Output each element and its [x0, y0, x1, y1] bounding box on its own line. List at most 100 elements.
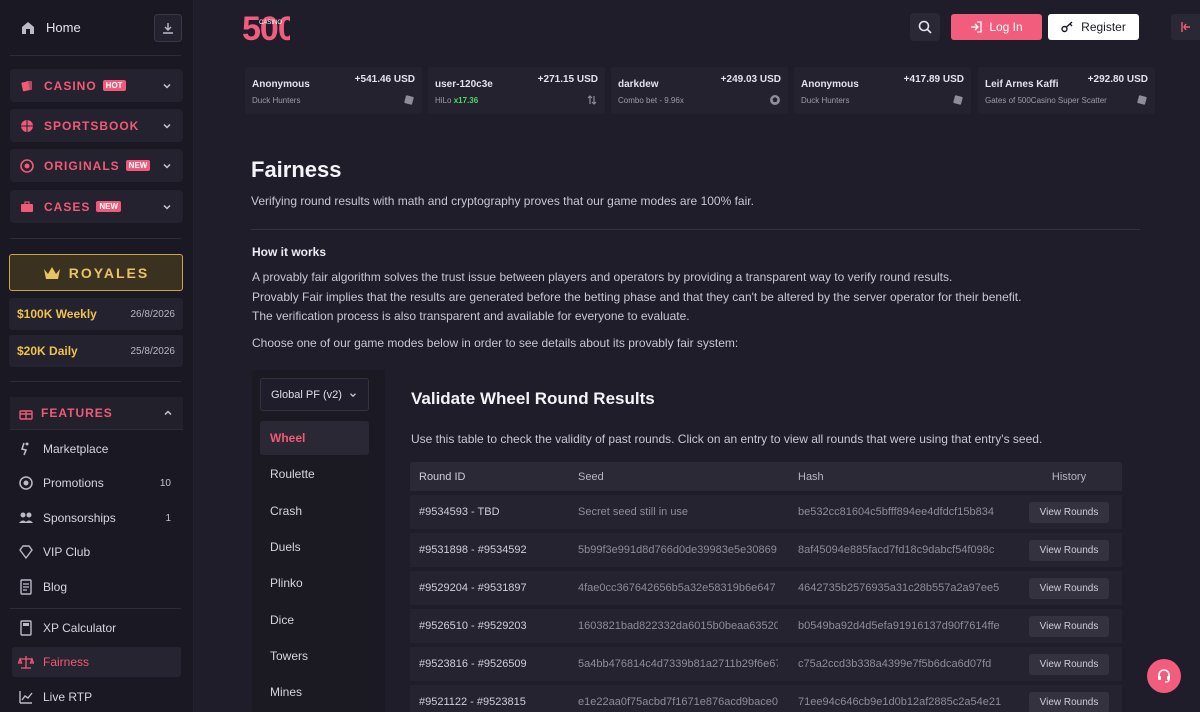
mode-wheel[interactable]: Wheel: [260, 421, 369, 455]
view-rounds-button[interactable]: View Rounds: [1028, 615, 1110, 637]
ticker-game: Combo bet - 9.96x: [618, 96, 684, 105]
round-id: #9534593 - TBD: [419, 506, 500, 518]
sidebar-item-fairness[interactable]: Fairness: [12, 647, 181, 677]
sidebar-item-label: Live RTP: [43, 690, 93, 704]
game-icon: [1137, 95, 1147, 105]
view-rounds-button[interactable]: View Rounds: [1028, 539, 1110, 561]
sidebar: Home CASINO HOT SPORTSBOOK ORIGINALS NEW…: [0, 0, 194, 712]
sidebar-category-sportsbook[interactable]: SPORTSBOOK: [10, 109, 183, 142]
ticker-amount: +271.15 USD: [537, 74, 598, 85]
mode-duels[interactable]: Duels: [260, 530, 369, 564]
sidebar-item-label: Fairness: [43, 655, 90, 669]
support-chat-button[interactable]: [1147, 659, 1181, 693]
calculator-icon: [20, 620, 32, 636]
table-header: Round ID Seed Hash History: [410, 462, 1122, 491]
race-amount: $20K Daily: [17, 344, 78, 358]
mode-towers[interactable]: Towers: [260, 639, 369, 673]
marketplace-icon: [20, 442, 29, 456]
login-button[interactable]: Log In: [951, 14, 1042, 40]
seed: 1603821bad822332da6015b0beaa63520: [578, 620, 778, 632]
ticker-amount: +541.46 USD: [354, 74, 415, 85]
case-icon: [21, 200, 33, 212]
download-button[interactable]: [154, 13, 182, 42]
race-daily[interactable]: $20K Daily 25/8/2026: [9, 335, 183, 367]
divider: [251, 229, 1140, 230]
ticker-item[interactable]: user-120c3e +271.15 USD HiLo x17.36: [428, 67, 605, 114]
seed: 5b99f3e991d8d766d0de39983e5e30869: [578, 544, 777, 556]
column-header: Round ID: [419, 470, 466, 483]
race-date: 25/8/2026: [130, 345, 176, 357]
sidebar-item-blog[interactable]: Blog: [12, 572, 181, 602]
sidebar-item-sponsorships[interactable]: Sponsorships 1: [12, 503, 181, 533]
seed: 4fae0cc367642656b5a32e58319b6e647: [578, 582, 776, 594]
mode-roulette[interactable]: Roulette: [260, 457, 369, 491]
round-id: #9531898 - #9534592: [419, 544, 527, 556]
pf-version-select[interactable]: Global PF (v2): [260, 378, 369, 411]
ticker-item[interactable]: Anonymous +417.89 USD Duck Hunters: [794, 67, 971, 114]
race-amount: $100K Weekly: [17, 307, 97, 321]
hash: c75a2ccd3b338a4399e7f5b6dca6d07fd: [798, 658, 992, 670]
sidebar-category-originals[interactable]: ORIGINALS NEW: [10, 149, 183, 182]
sidebar-item-live-rtp[interactable]: Live RTP: [12, 682, 181, 712]
ticker-item[interactable]: Anonymous +541.46 USD Duck Hunters: [245, 67, 422, 114]
sidebar-category-casino[interactable]: CASINO HOT: [10, 69, 183, 102]
table-row[interactable]: #9531898 - #9534592 5b99f3e991d8d766d0de…: [410, 533, 1122, 567]
royales-label: ROYALES: [68, 264, 150, 281]
divider: [10, 238, 181, 239]
sidebar-item-promotions[interactable]: Promotions 10: [12, 468, 181, 498]
seed: Secret seed still in use: [578, 506, 689, 518]
ticker-amount: +292.80 USD: [1087, 74, 1148, 85]
race-weekly[interactable]: $100K Weekly 26/8/2026: [9, 298, 183, 330]
mode-crash[interactable]: Crash: [260, 494, 369, 528]
hash: 71ee94c646cb9e1d0b12af2885c2a54e21: [798, 696, 1002, 708]
table-row[interactable]: #9529204 - #9531897 4fae0cc367642656b5a3…: [410, 571, 1122, 605]
features-header[interactable]: FEATURES: [10, 397, 183, 430]
round-id: #9521122 - #9523815: [419, 696, 526, 708]
sidebar-item-label: VIP Club: [43, 545, 91, 559]
table-row[interactable]: #9526510 - #9529203 1603821bad822332da60…: [410, 609, 1122, 643]
new-badge: NEW: [96, 201, 122, 212]
login-label: Log In: [989, 20, 1023, 34]
view-rounds-button[interactable]: View Rounds: [1028, 691, 1110, 712]
view-rounds-button[interactable]: View Rounds: [1028, 577, 1110, 599]
hot-badge: HOT: [102, 80, 126, 91]
mode-dice[interactable]: Dice: [260, 603, 369, 637]
view-rounds-button[interactable]: View Rounds: [1028, 653, 1110, 675]
ticker-multiplier: x17.36: [453, 96, 479, 105]
divider: [10, 55, 181, 56]
mode-mines[interactable]: Mines: [260, 675, 369, 709]
home-icon: [22, 21, 34, 34]
mode-plinko[interactable]: Plinko: [260, 566, 369, 600]
site-logo[interactable]: 500 CASINO: [242, 8, 297, 49]
download-icon: [163, 22, 173, 34]
table-row[interactable]: #9523816 - #9526509 5a4bb476814c4d7339b8…: [410, 647, 1122, 681]
royales-banner[interactable]: ROYALES: [9, 254, 183, 291]
search-button[interactable]: [910, 13, 940, 41]
ticker-item[interactable]: darkdew +249.03 USD Combo bet - 9.96x: [611, 67, 788, 114]
page-title: Fairness: [251, 157, 342, 182]
cards-icon: [21, 80, 32, 91]
sidebar-home[interactable]: Home: [0, 0, 194, 55]
crown-icon: [43, 266, 60, 279]
table-row[interactable]: #9534593 - TBD Secret seed still in use …: [410, 495, 1122, 529]
paragraph: A provably fair algorithm solves the tru…: [252, 270, 953, 284]
ticker-item[interactable]: Leif Arnes Kaffi +292.80 USD Gates of 50…: [978, 67, 1155, 114]
ticker-amount: +417.89 USD: [903, 74, 964, 85]
sidebar-category-cases[interactable]: CASES NEW: [10, 190, 183, 223]
ticker-user: Anonymous: [252, 79, 310, 90]
table-row[interactable]: #9521122 - #9523815 e1e22aa0f75acbd7f167…: [410, 685, 1122, 712]
target-icon: [20, 158, 34, 173]
register-button[interactable]: Register: [1048, 14, 1139, 40]
hash: b0549ba92d4d5efa91916137d90f7614ffe: [798, 620, 1000, 632]
sidebar-item-marketplace[interactable]: Marketplace: [12, 434, 181, 464]
svg-text:CASINO: CASINO: [259, 20, 282, 26]
sidebar-item-vip-club[interactable]: VIP Club: [12, 537, 181, 567]
round-id: #9526510 - #9529203: [419, 620, 527, 632]
chevron-down-icon: [163, 123, 171, 129]
collapse-icon: [1180, 22, 1190, 32]
seed: e1e22aa0f75acbd7f1671e876acd9bace03: [578, 696, 778, 708]
sidebar-item-xp-calculator[interactable]: XP Calculator: [12, 613, 181, 643]
collapse-panel-button[interactable]: [1171, 14, 1200, 40]
ticker-user: darkdew: [618, 79, 659, 90]
view-rounds-button[interactable]: View Rounds: [1028, 501, 1110, 523]
